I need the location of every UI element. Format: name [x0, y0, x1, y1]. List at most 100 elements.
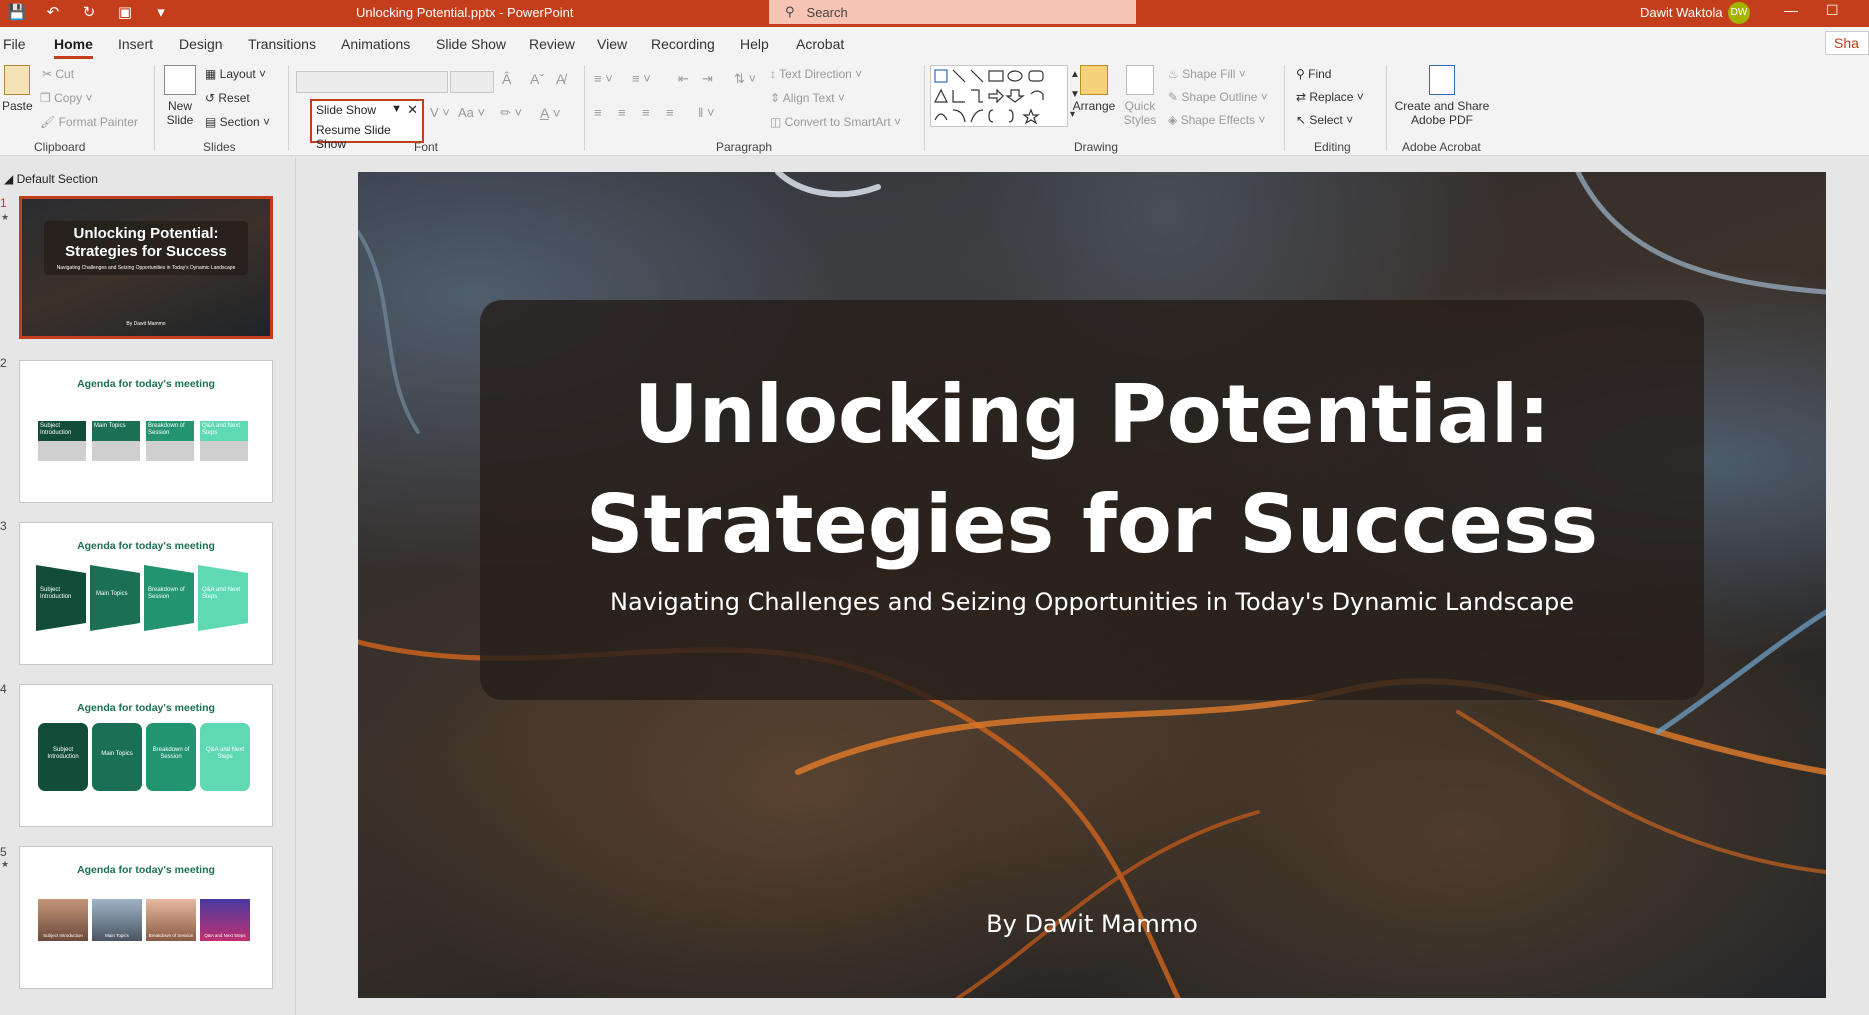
shapes-gallery[interactable] — [930, 65, 1068, 127]
text-direction-button[interactable]: ↕ Text Direction ˅ — [770, 67, 862, 81]
create-share-pdf-button[interactable]: Create and Share Adobe PDF — [1392, 65, 1492, 127]
tab-view[interactable]: View — [597, 36, 627, 52]
title-bar: 💾 ↶ ↻ ▣ ▾ Unlocking Potential.pptx - Pow… — [0, 0, 1869, 27]
cut-button[interactable]: ✂ Cut — [42, 67, 74, 81]
tab-recording[interactable]: Recording — [651, 36, 715, 52]
agenda-box-body — [38, 441, 86, 461]
slide-thumbnail-5[interactable]: Agenda for today's meeting Subject Intro… — [19, 846, 273, 989]
present-icon[interactable]: ▣ — [114, 3, 136, 21]
slide-thumbnail-2[interactable]: Agenda for today's meeting Subject Intro… — [19, 360, 273, 503]
numbering-icon[interactable]: ≡ ˅ — [632, 71, 651, 86]
tab-help[interactable]: Help — [740, 36, 769, 52]
tab-review[interactable]: Review — [529, 36, 575, 52]
align-center-icon[interactable]: ≡ — [618, 105, 626, 120]
close-icon[interactable]: ✕ — [407, 102, 418, 118]
decrease-font-icon[interactable]: Aˇ — [530, 71, 544, 87]
thumb-subtitle: Navigating Challenges and Seizing Opport… — [56, 265, 236, 271]
spacing-icon[interactable]: V ˅ — [430, 105, 450, 120]
shape-fill-button[interactable]: ♨ Shape Fill ˅ — [1168, 67, 1246, 81]
font-name-combo[interactable] — [296, 71, 448, 93]
tab-home[interactable]: Home — [54, 36, 93, 59]
slide-thumbnail-1[interactable]: Unlocking Potential: Strategies for Succ… — [19, 196, 273, 339]
tab-slide-show[interactable]: Slide Show — [436, 36, 506, 52]
tab-insert[interactable]: Insert — [118, 36, 153, 52]
quick-styles-button[interactable]: Quick Styles — [1120, 65, 1160, 127]
clipboard-group-label: Clipboard — [34, 140, 86, 154]
indent-decrease-icon[interactable]: ⇤ — [678, 71, 689, 87]
divider — [288, 65, 289, 151]
reset-button[interactable]: ↺ Reset — [205, 91, 250, 105]
agenda-box-body — [146, 441, 194, 461]
tab-acrobat[interactable]: Acrobat — [796, 36, 844, 52]
slide-thumbnail-3[interactable]: Agenda for today's meeting Subject Intro… — [19, 522, 273, 665]
slide-number: 1 — [0, 196, 7, 210]
font-color-icon[interactable]: A ˅ — [540, 105, 561, 121]
select-button[interactable]: ↖ Select ˅ — [1296, 113, 1353, 127]
line-spacing-icon[interactable]: ⇅ ˅ — [734, 71, 756, 87]
thumb-title: Agenda for today's meeting — [77, 540, 215, 552]
arrange-button[interactable]: Arrange — [1072, 65, 1116, 113]
slide-number: 5 — [0, 845, 7, 859]
shape-effects-button[interactable]: ◈ Shape Effects ˅ — [1168, 113, 1265, 127]
font-size-combo[interactable] — [450, 71, 494, 93]
minimize-icon[interactable]: — — [1784, 2, 1798, 18]
agenda-label: Q&A and Next Steps — [204, 933, 246, 938]
new-slide-button[interactable]: New Slide — [160, 65, 200, 127]
align-text-button[interactable]: ⇕ Align Text ˅ — [770, 91, 845, 105]
save-icon[interactable]: 💾 — [6, 3, 28, 21]
divider — [1284, 65, 1285, 151]
bullets-icon[interactable]: ≡ ˅ — [594, 71, 613, 86]
slide-number: 3 — [0, 519, 7, 533]
tab-animations[interactable]: Animations — [341, 36, 410, 52]
increase-font-icon[interactable]: Â — [502, 71, 511, 87]
user-name[interactable]: Dawit Waktola — [1640, 5, 1723, 20]
clear-format-icon[interactable]: A̸ — [556, 71, 565, 87]
quick-access-toolbar: 💾 ↶ ↻ ▣ ▾ — [6, 3, 172, 21]
find-button[interactable]: ⚲ Find — [1296, 67, 1331, 81]
share-button[interactable]: Sha — [1825, 31, 1869, 55]
search-input[interactable]: ⚲ Search — [769, 0, 1136, 24]
layout-button[interactable]: ▦ Layout ˅ — [205, 67, 266, 81]
columns-icon[interactable]: ‖ ˅ — [698, 105, 715, 120]
ribbon-tabs: File Home Insert Design Transitions Anim… — [0, 27, 1869, 61]
copy-button[interactable]: ❐ Copy ˅ — [40, 91, 92, 105]
indent-increase-icon[interactable]: ⇥ — [702, 71, 713, 87]
slide-subtitle[interactable]: Navigating Challenges and Seizing Opport… — [480, 588, 1704, 616]
align-right-icon[interactable]: ≡ — [642, 105, 650, 120]
star-icon: ★ — [1, 212, 10, 222]
change-case-icon[interactable]: Aa ˅ — [458, 105, 485, 120]
slide-byline[interactable]: By Dawit Mammo — [358, 910, 1826, 938]
tab-file[interactable]: File — [3, 36, 26, 52]
slide-title[interactable]: Unlocking Potential: Strategies for Succ… — [480, 360, 1704, 580]
convert-smartart-button[interactable]: ◫ Convert to SmartArt ˅ — [770, 115, 901, 129]
new-slide-icon — [164, 65, 196, 95]
popup-dropdown-icon[interactable]: ▼ — [391, 103, 402, 115]
pdf-icon — [1429, 65, 1455, 95]
undo-icon[interactable]: ↶ — [42, 3, 64, 21]
section-button[interactable]: ▤ Section ˅ — [205, 115, 270, 129]
section-header[interactable]: ◢ Default Section — [4, 172, 98, 186]
agenda-label: Subject Introduction — [43, 933, 83, 938]
format-painter-button[interactable]: 🖌 Format Painter — [40, 115, 138, 129]
quick-styles-icon — [1126, 65, 1154, 95]
align-left-icon[interactable]: ≡ — [594, 105, 602, 120]
tab-transitions[interactable]: Transitions — [248, 36, 316, 52]
slide-thumbnail-4[interactable]: Agenda for today's meeting Subject Intro… — [19, 684, 273, 827]
agenda-box: Q&A and Next Steps — [200, 723, 250, 791]
tab-design[interactable]: Design — [179, 36, 223, 52]
agenda-box-body — [200, 441, 248, 461]
customize-qat-icon[interactable]: ▾ — [150, 3, 172, 21]
slide-number: 2 — [0, 356, 7, 370]
paste-button[interactable]: Paste — [2, 65, 33, 113]
resume-slide-show-button[interactable]: Resume Slide Show — [316, 123, 422, 151]
redo-icon[interactable]: ↻ — [78, 3, 100, 21]
slide-show-popup: Slide Show ▼ ✕ Resume Slide Show — [310, 99, 424, 151]
replace-button[interactable]: ⇄ Replace ˅ — [1296, 90, 1364, 104]
ribbon: Paste ✂ Cut ❐ Copy ˅ 🖌 Format Painter Cl… — [0, 61, 1869, 156]
avatar[interactable]: DW — [1728, 2, 1750, 24]
maximize-icon[interactable]: ☐ — [1826, 2, 1839, 19]
slide-canvas[interactable]: Unlocking Potential: Strategies for Succ… — [358, 172, 1826, 998]
justify-icon[interactable]: ≡ — [666, 105, 674, 120]
shape-outline-button[interactable]: ✎ Shape Outline ˅ — [1168, 90, 1268, 104]
highlight-icon[interactable]: ✏ ˅ — [500, 105, 522, 121]
